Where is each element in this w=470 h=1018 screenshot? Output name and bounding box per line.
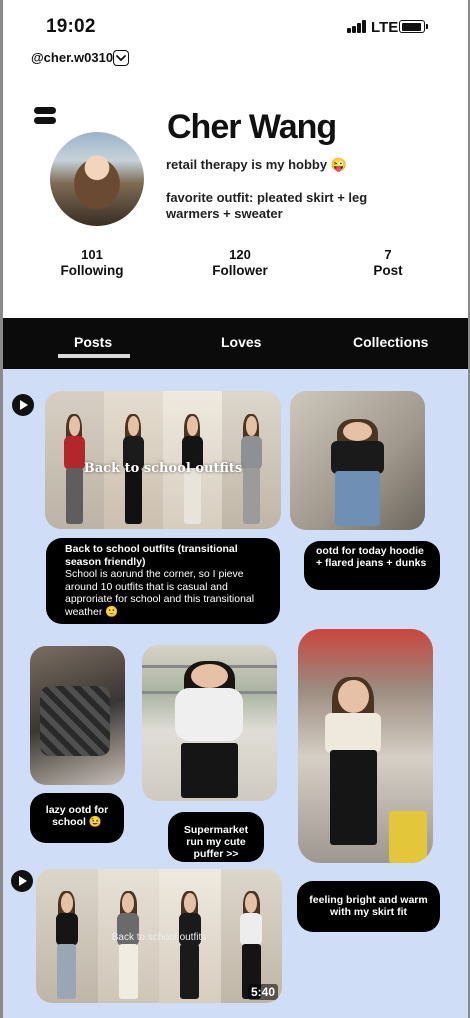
stat-post-label: Post — [373, 263, 403, 278]
menu-icon[interactable] — [34, 107, 56, 125]
stat-follower[interactable]: 120 Follower — [206, 247, 274, 278]
play-icon[interactable] — [12, 394, 34, 416]
caption-body: School is aorund the corner, so I pieve … — [65, 568, 255, 618]
stat-follower-label: Follower — [212, 263, 268, 278]
status-bar: 19:02 LTE — [3, 0, 468, 44]
stat-post-count: 7 — [384, 247, 392, 262]
post-skirt-fit-caption[interactable]: feeling bright and warm with my skirt fi… — [297, 881, 440, 932]
signal-icon — [347, 20, 367, 33]
post-ootd-today-thumbnail[interactable] — [290, 391, 425, 530]
battery-icon — [399, 20, 428, 33]
chevron-down-icon[interactable] — [113, 50, 129, 66]
active-tab-indicator — [58, 354, 130, 358]
caption-title: Back to school outfits (transitional sea… — [65, 543, 238, 568]
profile-name: Cher Wang — [167, 108, 337, 146]
tab-loves[interactable]: Loves — [221, 334, 261, 350]
plaid-shape — [40, 686, 110, 756]
stat-following-count: 101 — [81, 247, 103, 262]
avatar[interactable] — [50, 132, 144, 226]
stat-following-label: Following — [60, 263, 124, 278]
post-lazy-ootd-thumbnail[interactable] — [30, 646, 125, 785]
posts-feed[interactable]: Back to school outfits Back to school ou… — [3, 369, 468, 1018]
tab-posts[interactable]: Posts — [74, 334, 112, 350]
video-duration: 5:40 — [247, 984, 278, 1000]
network-label: LTE — [371, 19, 399, 36]
play-icon[interactable] — [11, 870, 33, 892]
video-overlay-title: Back to school outfits — [83, 461, 243, 476]
wet-floor-sign — [389, 811, 427, 863]
post-supermarket-thumbnail[interactable] — [142, 645, 277, 801]
post-skirt-fit-thumbnail[interactable] — [298, 629, 433, 863]
post-video-thumbnail[interactable]: Back to school outfits 5:40 — [36, 869, 282, 1003]
post-supermarket-caption[interactable]: Supermarket run my cute puffer >> — [168, 812, 264, 862]
post-back-to-school-caption[interactable]: Back to school outfits (transitional sea… — [46, 538, 280, 624]
stat-following[interactable]: 101 Following — [58, 247, 126, 278]
profile-handle[interactable]: @cher.w0310 — [31, 50, 113, 65]
profile-tabs: Posts Loves Collections — [3, 318, 468, 369]
phone-screen: 19:02 LTE @cher.w0310 Cher Wang retail t… — [0, 0, 470, 1018]
tab-collections[interactable]: Collections — [353, 334, 428, 350]
post-ootd-today-caption[interactable]: ootd for today hoodie + flared jeans + d… — [304, 541, 440, 590]
bio-line-1: retail therapy is my hobby 😜 — [166, 157, 347, 172]
status-time: 19:02 — [46, 16, 96, 37]
bio-line-2: favorite outfit: pleated skirt + leg war… — [166, 190, 368, 221]
post-back-to-school-thumbnail[interactable]: Back to school outfits — [45, 391, 281, 529]
video-overlay-title: Back to school outfits — [111, 932, 207, 943]
stat-follower-count: 120 — [229, 247, 251, 262]
stat-post[interactable]: 7 Post — [359, 247, 417, 278]
post-lazy-ootd-caption[interactable]: lazy ootd for school 😉 — [30, 793, 124, 843]
